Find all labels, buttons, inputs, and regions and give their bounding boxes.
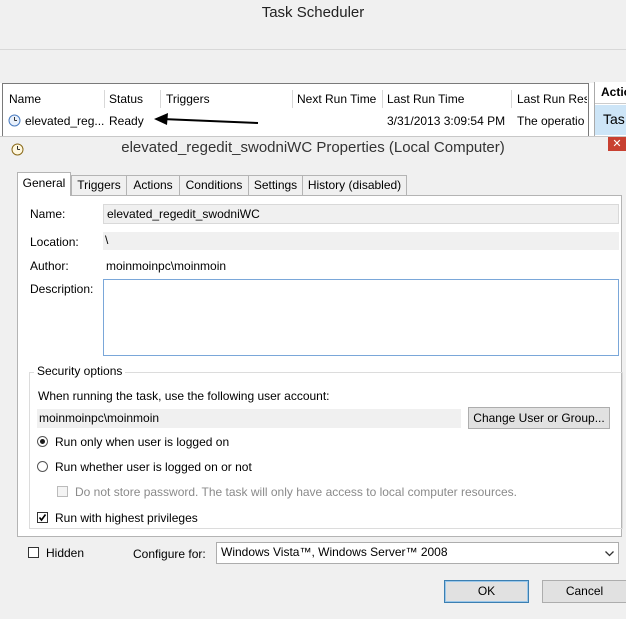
close-icon: ✕ — [612, 138, 622, 150]
account-prompt: When running the task, use the following… — [38, 389, 330, 403]
tab-actions[interactable]: Actions — [126, 175, 180, 195]
location-value: \ — [103, 232, 619, 250]
tab-triggers[interactable]: Triggers — [71, 175, 127, 195]
hidden-label[interactable]: Hidden — [46, 546, 84, 560]
location-label: Location: — [30, 235, 79, 249]
configure-for-value: Windows Vista™, Windows Server™ 2008 — [221, 545, 448, 559]
cancel-button[interactable]: Cancel — [542, 580, 626, 603]
checkmark-icon — [38, 514, 47, 522]
run-whether-label[interactable]: Run whether user is logged on or not — [55, 460, 252, 474]
tab-history[interactable]: History (disabled) — [302, 175, 407, 195]
tab-conditions[interactable]: Conditions — [179, 175, 249, 195]
author-label: Author: — [30, 259, 69, 273]
run-logged-on-radio[interactable] — [37, 436, 48, 447]
ok-button[interactable]: OK — [444, 580, 529, 603]
radio-selected-dot — [40, 439, 45, 444]
tab-general[interactable]: General — [17, 172, 71, 196]
highest-privileges-checkbox[interactable] — [37, 512, 48, 523]
no-store-password-label: Do not store password. The task will onl… — [75, 485, 517, 499]
change-user-button[interactable]: Change User or Group... — [468, 407, 610, 429]
tab-settings[interactable]: Settings — [248, 175, 303, 195]
security-options-title: Security options — [34, 364, 126, 378]
general-tab-panel: Name: elevated_regedit_swodniWC Location… — [17, 195, 623, 537]
task-name-field[interactable]: elevated_regedit_swodniWC — [103, 204, 619, 224]
no-store-password-checkbox[interactable] — [57, 486, 68, 497]
highest-privileges-label[interactable]: Run with highest privileges — [55, 511, 198, 525]
run-logged-on-label[interactable]: Run only when user is logged on — [55, 435, 229, 449]
dropdown-arrow-icon — [605, 551, 614, 557]
description-label: Description: — [30, 282, 94, 296]
hidden-checkbox[interactable] — [28, 547, 39, 558]
close-button[interactable]: ✕ — [608, 137, 626, 151]
run-whether-radio[interactable] — [37, 461, 48, 472]
dialog-title: elevated_regedit_swodniWC Properties (Lo… — [121, 139, 505, 156]
name-label: Name: — [30, 207, 66, 221]
user-account-field: moinmoinpc\moinmoin — [37, 409, 461, 428]
configure-for-dropdown[interactable]: Windows Vista™, Windows Server™ 2008 — [216, 542, 619, 564]
author-value: moinmoinpc\moinmoin — [106, 259, 227, 273]
description-textarea[interactable] — [103, 279, 619, 356]
configure-for-label: Configure for: — [133, 547, 206, 561]
properties-dialog: elevated_regedit_swodniWC Properties (Lo… — [0, 136, 626, 619]
